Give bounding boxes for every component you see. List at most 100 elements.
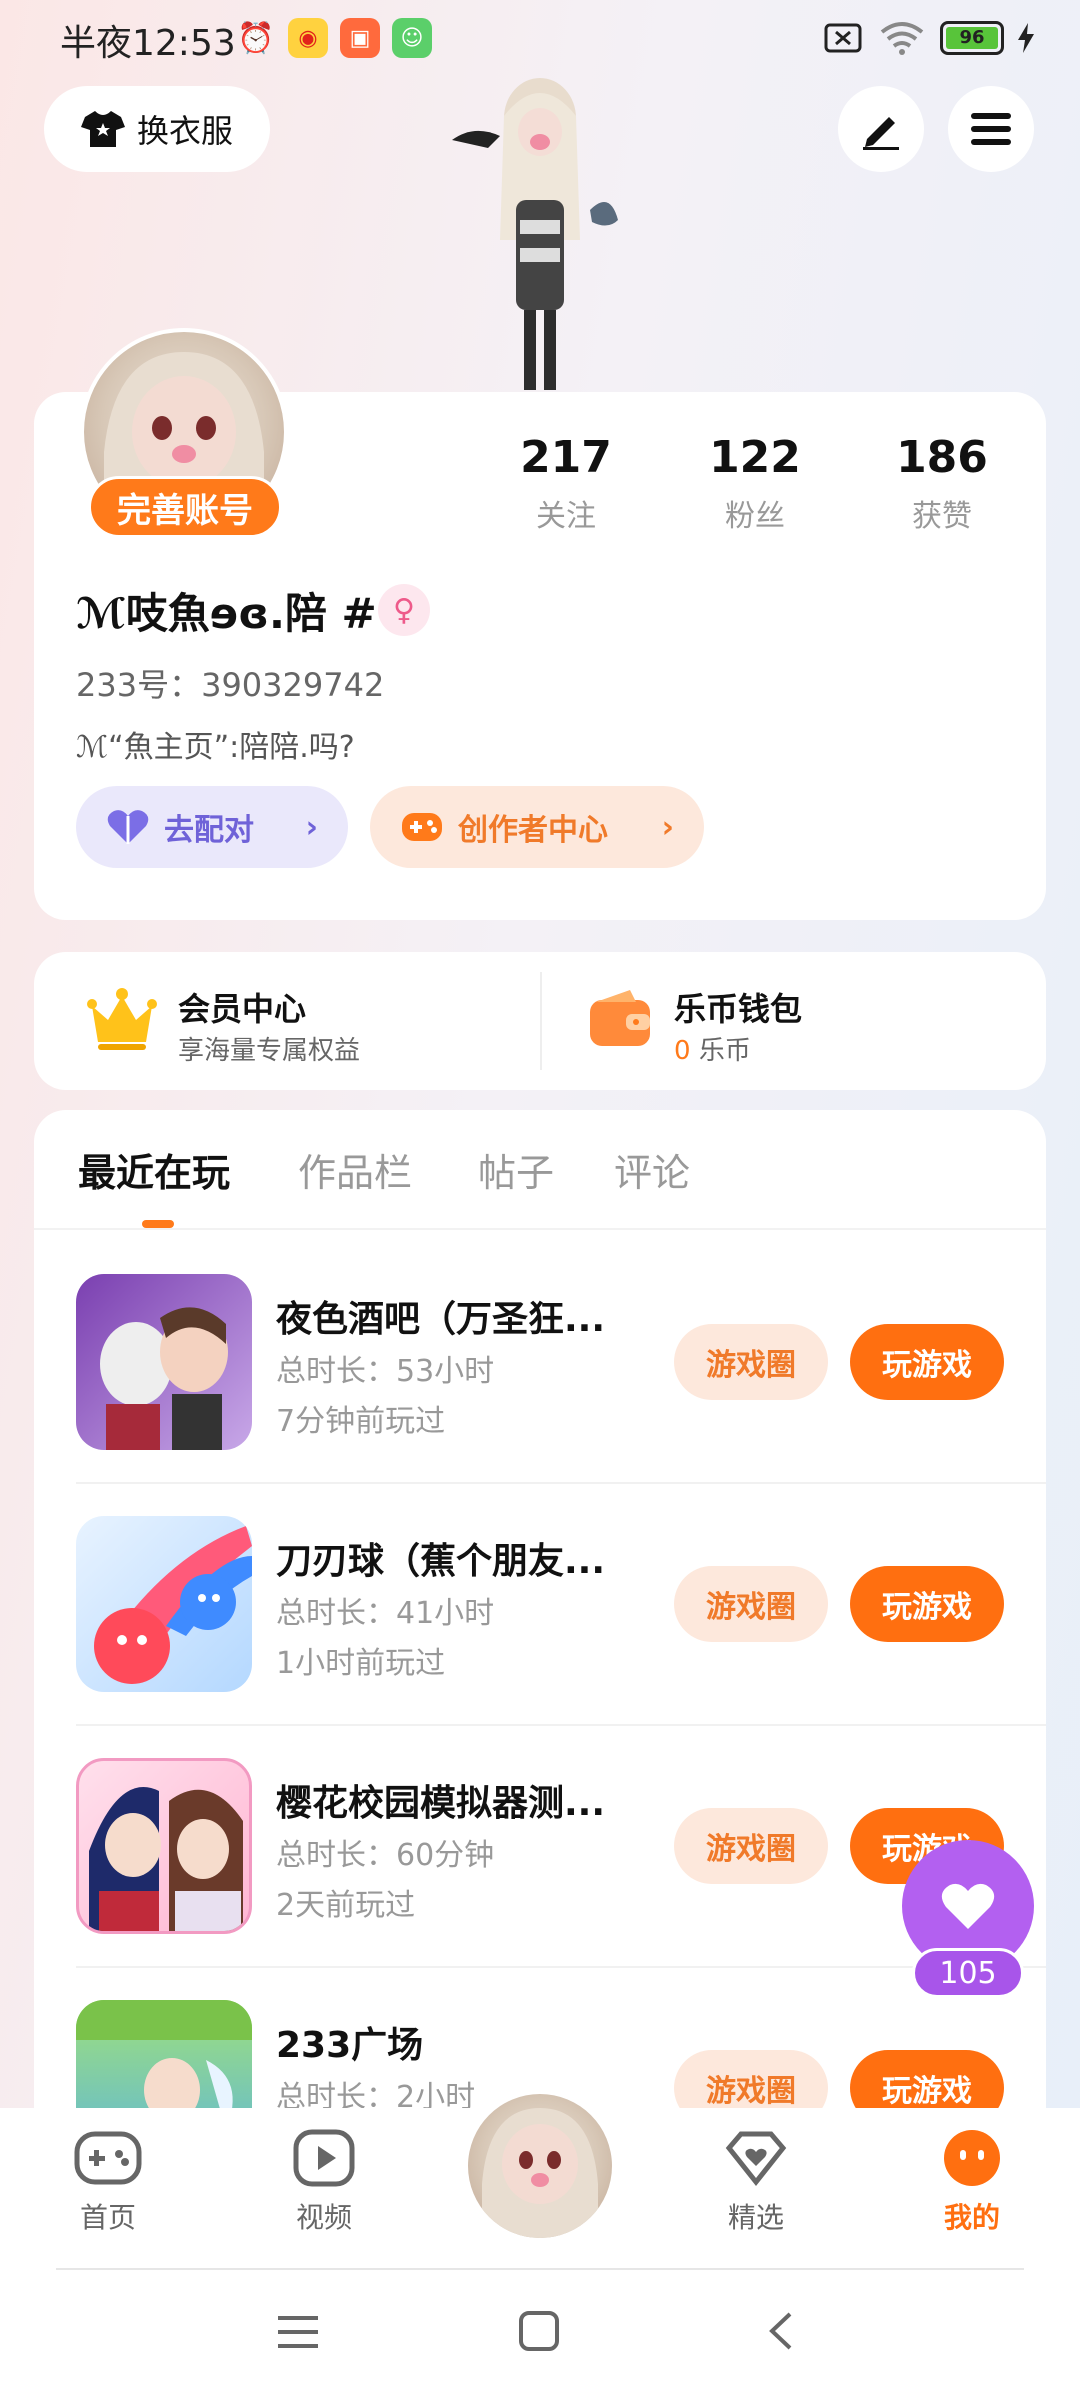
game-title[interactable]: 樱花校园模拟器测...	[276, 1774, 605, 1826]
change-outfit-label: 换衣服	[136, 112, 233, 150]
change-outfit-button[interactable]: 换衣服	[44, 86, 270, 172]
heart-pair-icon	[107, 810, 149, 844]
game-icon[interactable]	[76, 1516, 252, 1692]
complete-account-badge[interactable]: 完善账号	[88, 476, 282, 538]
game-circle-button[interactable]: 游戏圈	[674, 1808, 828, 1884]
nav-mine-label: 我的	[943, 2201, 1000, 2234]
menu-button[interactable]	[948, 86, 1034, 172]
nav-video[interactable]: 视频	[264, 2128, 384, 2236]
stat-likes-value: 186	[896, 432, 988, 483]
app-icon: ☺	[392, 18, 432, 58]
nav-home-label: 首页	[79, 2201, 136, 2234]
gamepad-icon	[74, 2131, 142, 2185]
game-title[interactable]: 刀刃球（蕉个朋友...	[276, 1532, 605, 1584]
stat-following[interactable]: 217 关注	[496, 432, 636, 535]
play-game-button[interactable]: 玩游戏	[850, 1566, 1004, 1642]
nav-featured-label: 精选	[727, 2201, 784, 2234]
game-duration: 总时长：53小时	[276, 1354, 495, 1389]
profile-face-icon	[944, 2130, 1000, 2186]
avatar-character[interactable]	[440, 70, 640, 395]
creator-center-button[interactable]: 创作者中心 ›	[370, 786, 704, 868]
alarm-icon: ⏰	[237, 20, 275, 56]
tab-posts[interactable]: 帖子	[478, 1142, 554, 1197]
menu-icon	[971, 113, 1011, 145]
play-game-button[interactable]: 玩游戏	[850, 1324, 1004, 1400]
divider	[76, 1724, 1046, 1726]
wallet-unit: 乐币	[698, 1036, 751, 1066]
no-sim-icon	[824, 23, 862, 53]
nav-featured[interactable]: 精选	[696, 2128, 816, 2236]
game-title[interactable]: 夜色酒吧（万圣狂...	[276, 1290, 605, 1342]
divider	[34, 1228, 1046, 1230]
nav-mine[interactable]: 我的	[912, 2128, 1032, 2236]
wallet-title[interactable]: 乐币钱包	[674, 984, 802, 1030]
crown-icon	[87, 988, 157, 1050]
match-label: 去配对	[164, 813, 254, 848]
user-id: 233号：390329742	[76, 666, 385, 704]
game-last-played: 1小时前玩过	[276, 1646, 446, 1681]
recent-apps-icon[interactable]	[276, 2312, 320, 2352]
nickname: ℳ吱魚ɘɞ.陪 #	[76, 589, 377, 638]
stat-followers-value: 122	[709, 432, 801, 483]
gamepad-icon	[402, 813, 442, 841]
status-notification-icons: ⏰ ◉ ▣ ☺	[236, 18, 432, 58]
game-last-played: 2天前玩过	[276, 1888, 416, 1923]
chevron-right-icon: ›	[305, 809, 318, 845]
match-button[interactable]: 去配对 ›	[76, 786, 348, 868]
diamond-heart-icon	[725, 2131, 787, 2187]
charging-icon	[1018, 23, 1034, 53]
like-count: 105	[912, 1948, 1024, 1998]
wallet-icon	[590, 990, 650, 1046]
divider	[76, 1482, 1046, 1484]
nav-avatar-button[interactable]	[460, 2086, 620, 2246]
stat-followers-label: 粉丝	[725, 499, 785, 534]
wifi-icon	[880, 22, 924, 55]
app-icon: ▣	[340, 18, 380, 58]
character-figure	[452, 78, 618, 390]
bio: ℳ“魚主页”:陪陪.吗?	[76, 730, 355, 765]
creator-center-label: 创作者中心	[458, 813, 608, 848]
divider	[76, 1966, 1046, 1968]
divider	[56, 2268, 1024, 2270]
battery-icon: 96	[940, 21, 1004, 55]
stat-likes[interactable]: 186 获赞	[872, 432, 1012, 535]
wallet-balance: 0 乐币	[674, 1030, 751, 1067]
tab-works[interactable]: 作品栏	[298, 1142, 412, 1197]
stat-following-value: 217	[520, 432, 612, 483]
play-icon	[293, 2129, 355, 2187]
system-nav-bar	[0, 2272, 1080, 2400]
female-icon: ♀	[378, 584, 430, 636]
wallet-amount: 0	[674, 1036, 691, 1066]
back-icon[interactable]	[766, 2310, 796, 2352]
game-duration: 总时长：41小时	[276, 1596, 495, 1631]
tab-indicator	[142, 1220, 174, 1228]
avatar	[468, 2094, 612, 2238]
status-bar: 半夜12:53 ⏰ ◉ ▣ ☺ 96	[0, 0, 1080, 80]
nav-video-label: 视频	[295, 2201, 352, 2234]
game-title[interactable]: 233广场	[276, 2016, 423, 2068]
game-icon[interactable]	[76, 1274, 252, 1450]
divider	[540, 972, 542, 1070]
shirt-icon	[80, 111, 125, 147]
heart-icon	[941, 1883, 995, 1929]
game-circle-button[interactable]: 游戏圈	[674, 1324, 828, 1400]
pen-icon	[863, 117, 899, 150]
stat-following-label: 关注	[536, 499, 596, 534]
vip-center-title[interactable]: 会员中心	[178, 984, 306, 1030]
stat-followers[interactable]: 122 粉丝	[685, 432, 825, 535]
tab-comments[interactable]: 评论	[614, 1142, 690, 1197]
vip-center-subtitle: 享海量专属权益	[178, 1036, 361, 1066]
status-time: 半夜12:53	[60, 23, 236, 64]
nav-home[interactable]: 首页	[48, 2128, 168, 2236]
weibo-icon: ◉	[288, 18, 328, 58]
battery-level: 96	[946, 27, 998, 49]
home-icon[interactable]	[518, 2310, 560, 2352]
chevron-right-icon: ›	[661, 809, 674, 845]
game-duration: 总时长：60分钟	[276, 1838, 495, 1873]
tab-recent-play[interactable]: 最近在玩	[78, 1142, 230, 1197]
game-icon[interactable]	[76, 1758, 252, 1934]
status-system-icons: 96	[822, 20, 1034, 56]
game-circle-button[interactable]: 游戏圈	[674, 1566, 828, 1642]
edit-profile-button[interactable]	[838, 86, 924, 172]
stat-likes-label: 获赞	[912, 499, 972, 534]
